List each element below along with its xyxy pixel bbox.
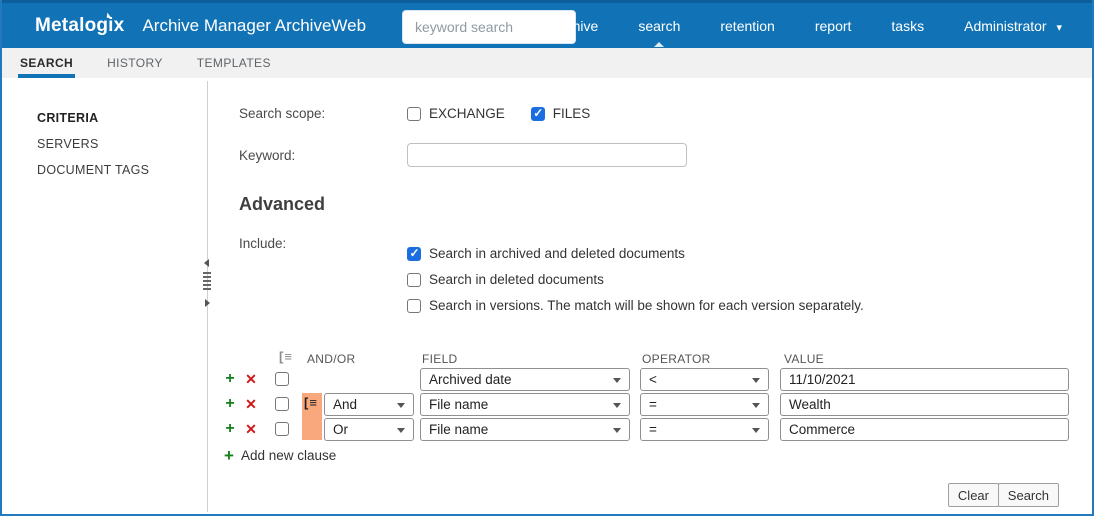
field-select-value: File name	[429, 422, 489, 437]
archived-deleted-checkbox-label: Search in archived and deleted documents	[429, 246, 685, 261]
delete-clause-row-icon[interactable]: ✕	[243, 368, 259, 390]
operator-select[interactable]: =	[640, 418, 769, 441]
nav-item-search[interactable]: search	[636, 14, 682, 47]
delete-clause-row-icon[interactable]: ✕	[243, 418, 259, 440]
nav-item-retention[interactable]: retention	[718, 14, 776, 38]
splitter-grip-icon	[203, 272, 211, 292]
metalogix-logo-accent-icon	[106, 12, 113, 18]
main-nav: archive search retention report tasks Ad…	[551, 3, 1064, 48]
files-checkbox-label: FILES	[552, 106, 591, 121]
chevron-down-icon	[752, 428, 760, 433]
add-new-clause-link[interactable]: + Add new clause	[224, 447, 336, 464]
include-label: Include:	[239, 236, 287, 251]
active-nav-caret-icon	[654, 41, 665, 47]
operator-column-header: OPERATOR	[642, 352, 711, 366]
advanced-heading: Advanced	[239, 194, 326, 214]
value-column-header: VALUE	[784, 352, 824, 366]
files-checkbox[interactable]	[530, 106, 545, 121]
delete-clause-row-icon[interactable]: ✕	[243, 393, 259, 415]
versions-checkbox-label: Search in versions. The match will be sh…	[429, 298, 864, 313]
andor-select[interactable]: And	[324, 393, 414, 416]
app-title: Archive Manager ArchiveWeb	[142, 15, 367, 35]
sidebar-item-document-tags[interactable]: DOCUMENT TAGS	[37, 163, 149, 177]
chevron-down-icon	[613, 428, 621, 433]
versions-checkbox[interactable]	[407, 298, 421, 313]
administrator-label: Administrator	[964, 17, 1047, 34]
chevron-down-icon	[613, 403, 621, 408]
clause-group-indicator[interactable]: [≡	[302, 393, 322, 440]
clause-row-checkbox[interactable]	[275, 397, 289, 411]
chevron-down-icon	[397, 428, 405, 433]
operator-select[interactable]: <	[640, 368, 769, 391]
search-scope-options: EXCHANGE FILES	[407, 106, 590, 121]
field-select-value: Archived date	[429, 372, 512, 387]
group-icon: [≡	[304, 395, 318, 410]
metalogix-logo: Metalogix	[35, 12, 124, 37]
field-select-value: File name	[429, 397, 489, 412]
group-column-icon: [≡	[279, 349, 293, 364]
operator-select-value: =	[649, 397, 657, 412]
andor-select[interactable]: Or	[324, 418, 414, 441]
chevron-down-icon	[752, 403, 760, 408]
field-select[interactable]: Archived date	[420, 368, 630, 391]
chevron-down-icon	[613, 378, 621, 383]
value-input[interactable]	[780, 393, 1069, 416]
chevron-down-icon: ▾	[1056, 21, 1062, 34]
andor-select-value: Or	[333, 422, 348, 437]
archiveweb-window: Metalogix Archive Manager ArchiveWeb arc…	[0, 0, 1094, 516]
field-select[interactable]: File name	[420, 418, 630, 441]
collapse-left-icon	[204, 259, 209, 267]
andor-column-header: AND/OR	[307, 352, 356, 366]
sidebar-item-servers[interactable]: SERVERS	[37, 137, 99, 151]
sidebar-item-criteria[interactable]: CRITERIA	[37, 111, 98, 125]
deleted-checkbox[interactable]	[407, 272, 421, 287]
operator-select-value: <	[649, 372, 657, 387]
archived-deleted-checkbox[interactable]	[407, 246, 421, 261]
search-button[interactable]: Search	[997, 483, 1059, 507]
clause-row-checkbox[interactable]	[275, 372, 289, 386]
exchange-checkbox[interactable]	[407, 106, 421, 121]
expand-right-icon	[205, 299, 210, 307]
content-area: CRITERIA SERVERS DOCUMENT TAGS Search sc…	[4, 81, 1090, 512]
tab-history[interactable]: HISTORY	[107, 48, 163, 78]
add-clause-row-icon[interactable]: +	[222, 393, 238, 415]
nav-item-archive[interactable]: archive	[551, 14, 600, 38]
include-option-archived-deleted: Search in archived and deleted documents	[407, 246, 685, 261]
nav-item-tasks[interactable]: tasks	[889, 14, 926, 38]
deleted-checkbox-label: Search in deleted documents	[429, 272, 604, 287]
operator-select[interactable]: =	[640, 393, 769, 416]
field-select[interactable]: File name	[420, 393, 630, 416]
value-input[interactable]	[780, 418, 1069, 441]
operator-select-value: =	[649, 422, 657, 437]
chevron-down-icon	[397, 403, 405, 408]
nav-item-administrator[interactable]: Administrator ▾	[962, 14, 1064, 38]
include-option-deleted: Search in deleted documents	[407, 272, 604, 287]
clause-row-checkbox[interactable]	[275, 422, 289, 436]
add-clause-row-icon[interactable]: +	[222, 368, 238, 390]
keyword-search-input[interactable]	[402, 10, 576, 44]
keyword-label: Keyword:	[239, 148, 296, 163]
chevron-down-icon	[752, 378, 760, 383]
value-input[interactable]	[780, 368, 1069, 391]
sub-tab-bar: SEARCH HISTORY TEMPLATES	[2, 48, 1092, 78]
clear-button[interactable]: Clear	[947, 483, 999, 507]
sidebar-splitter-handle[interactable]	[201, 259, 213, 307]
nav-item-report[interactable]: report	[813, 14, 854, 38]
field-column-header: FIELD	[422, 352, 458, 366]
keyword-input[interactable]	[407, 143, 687, 167]
add-new-clause-label: Add new clause	[240, 448, 337, 463]
include-option-versions: Search in versions. The match will be sh…	[407, 298, 864, 313]
exchange-checkbox-label: EXCHANGE	[429, 106, 505, 121]
app-header: Metalogix Archive Manager ArchiveWeb arc…	[2, 0, 1092, 48]
andor-select-value: And	[333, 397, 358, 412]
tab-templates[interactable]: TEMPLATES	[197, 48, 271, 78]
plus-icon: +	[224, 446, 234, 465]
add-clause-row-icon[interactable]: +	[222, 418, 238, 440]
tab-search[interactable]: SEARCH	[17, 48, 76, 78]
search-scope-label: Search scope:	[239, 106, 326, 121]
nav-item-search-label: search	[638, 17, 681, 34]
